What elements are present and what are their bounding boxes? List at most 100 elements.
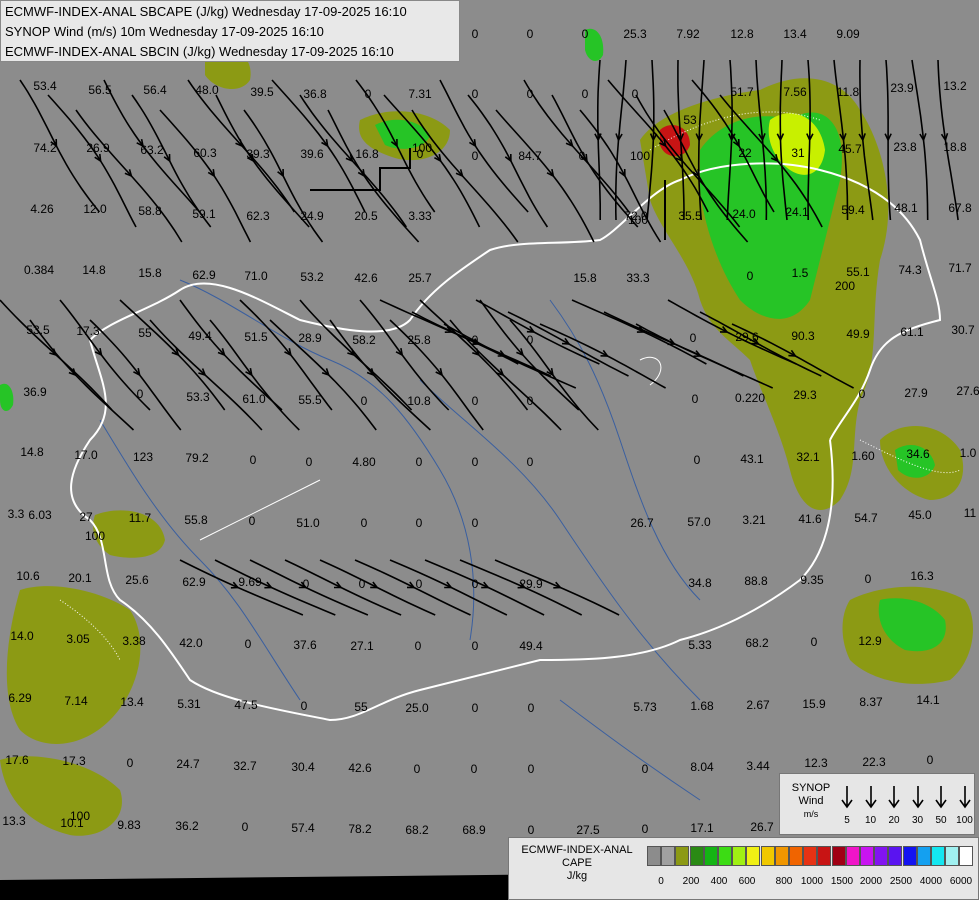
wind-legend-item: 20 xyxy=(883,784,905,826)
map-value-label: 12.3 xyxy=(804,756,828,770)
map-value-label: 57.4 xyxy=(291,821,315,835)
map-value-label: 42.0 xyxy=(179,636,203,650)
cape-color-swatch xyxy=(874,846,889,866)
cape-tick-label: 2000 xyxy=(859,876,883,887)
map-value-label: 55.8 xyxy=(184,513,208,527)
map-value-label: 51.7 xyxy=(730,85,754,99)
title-box: ECMWF-INDEX-ANAL SBCAPE (J/kg) Wednesday… xyxy=(0,0,460,62)
cape-tick-label: 4000 xyxy=(919,876,943,887)
map-value-label: 61.1 xyxy=(900,325,924,339)
map-value-label: 53.4 xyxy=(33,79,57,93)
map-value-label: 53 xyxy=(683,113,697,127)
map-value-label: 0 xyxy=(582,87,589,101)
map-value-label: 0 xyxy=(365,87,372,101)
cape-tick-label: 1500 xyxy=(830,876,854,887)
map-value-label: 55.5 xyxy=(298,393,322,407)
map-value-label: 60.3 xyxy=(193,146,217,160)
map-value-label: 27 xyxy=(79,510,93,524)
map-value-label: 45.7 xyxy=(838,142,862,156)
map-value-label: 63.2 xyxy=(140,143,164,157)
map-value-label: 17.6 xyxy=(5,753,29,767)
map-value-label: 10.8 xyxy=(407,394,431,408)
map-value-label: 7.31 xyxy=(408,87,432,101)
map-value-label: 68.9 xyxy=(462,823,486,837)
map-value-label: 0 xyxy=(632,87,639,101)
map-value-label: 25.6 xyxy=(125,573,149,587)
map-value-label: 14.0 xyxy=(10,629,34,643)
map-value-label: 0 xyxy=(642,822,649,836)
map-value-label: 6.03 xyxy=(28,508,52,522)
cape-tick-label: 6000 xyxy=(949,876,973,887)
map-value-label: 0 xyxy=(692,392,699,406)
cape-color-swatch xyxy=(661,846,676,866)
map-value-label: 0 xyxy=(127,756,134,770)
map-value-label: 100 xyxy=(412,141,432,155)
map-value-label: 36.8 xyxy=(303,87,327,101)
cape-color-swatch xyxy=(774,846,789,866)
map-value-label: 62.3 xyxy=(246,209,270,223)
map-value-label: 68.2 xyxy=(745,636,769,650)
map-value-label: 25.3 xyxy=(623,27,647,41)
map-value-label: 58.8 xyxy=(138,204,162,218)
map-value-label: 0 xyxy=(416,577,423,591)
map-value-label: 0 xyxy=(245,637,252,651)
cape-color-swatch xyxy=(718,846,732,866)
cape-legend-units: J/kg xyxy=(566,870,588,882)
synop-legend-label: SYNOP Wind m/s xyxy=(783,782,839,821)
map-value-label: 0 xyxy=(416,516,423,530)
wind-legend-item: 100 xyxy=(954,784,976,826)
map-value-label: 0 xyxy=(811,635,818,649)
map-value-label: 56.5 xyxy=(88,83,112,97)
map-value-label: 58.2 xyxy=(352,333,376,347)
map-value-label: 42.6 xyxy=(348,761,372,775)
map-value-label: 39.5 xyxy=(250,85,274,99)
map-value-label: 22 xyxy=(738,146,752,160)
map-value-label: 0 xyxy=(301,699,308,713)
map-value-label: 25.0 xyxy=(405,701,429,715)
map-value-label: 0 xyxy=(527,333,534,347)
synop-legend-units: m/s xyxy=(803,809,819,819)
map-value-label: 5.33 xyxy=(688,638,712,652)
map-value-label: 0 xyxy=(472,516,479,530)
map-value-label: 24.0 xyxy=(732,207,756,221)
map-value-label: 56.4 xyxy=(143,83,167,97)
map-value-label: 32.7 xyxy=(233,759,257,773)
cape-color-swatch xyxy=(916,846,931,866)
map-value-label: 27.1 xyxy=(350,639,374,653)
map-value-label: 20.5 xyxy=(354,209,378,223)
map-value-label: 9.35 xyxy=(800,573,824,587)
map-value-label: 0 xyxy=(306,455,313,469)
map-value-label: 0 xyxy=(527,394,534,408)
wind-legend-value: 50 xyxy=(935,815,947,826)
map-value-label: 0 xyxy=(579,149,586,163)
title-synop-wind: SYNOP Wind (m/s) 10m Wednesday 17-09-202… xyxy=(5,24,324,39)
map-value-label: 62.9 xyxy=(192,268,216,282)
map-value-label: 0 xyxy=(472,394,479,408)
cape-tick-label: 400 xyxy=(710,876,728,887)
map-value-label: 74.2 xyxy=(33,141,57,155)
map-value-label: 55 xyxy=(354,700,368,714)
map-value-label: 12.9 xyxy=(858,634,882,648)
cape-color-swatch xyxy=(689,846,704,866)
map-value-label: 32.1 xyxy=(796,450,820,464)
map-value-label: 9.09 xyxy=(836,27,860,41)
cape-color-swatch xyxy=(945,846,960,866)
map-value-label: 0.384 xyxy=(24,263,54,277)
map-value-label: 0 xyxy=(361,516,368,530)
map-value-label: 13.4 xyxy=(120,695,144,709)
map-value-label: 3.38 xyxy=(122,634,146,648)
cape-color-swatch xyxy=(959,846,974,866)
map-value-label: 37.6 xyxy=(293,638,317,652)
map-value-label: 45.0 xyxy=(908,508,932,522)
synop-legend-line1: SYNOP xyxy=(791,782,831,794)
map-value-label: 54.7 xyxy=(854,511,878,525)
map-value-label: 13.3 xyxy=(2,814,26,828)
map-value-label: 0 xyxy=(927,753,934,767)
map-value-label: 0 xyxy=(472,27,479,41)
cape-tick-label: 600 xyxy=(738,876,756,887)
map-value-label: 25.8 xyxy=(407,333,431,347)
map-value-label: 51.0 xyxy=(296,516,320,530)
map-value-label: 16.8 xyxy=(355,147,379,161)
map-value-label: 18.8 xyxy=(943,140,967,154)
map-value-label: 0 xyxy=(242,820,249,834)
